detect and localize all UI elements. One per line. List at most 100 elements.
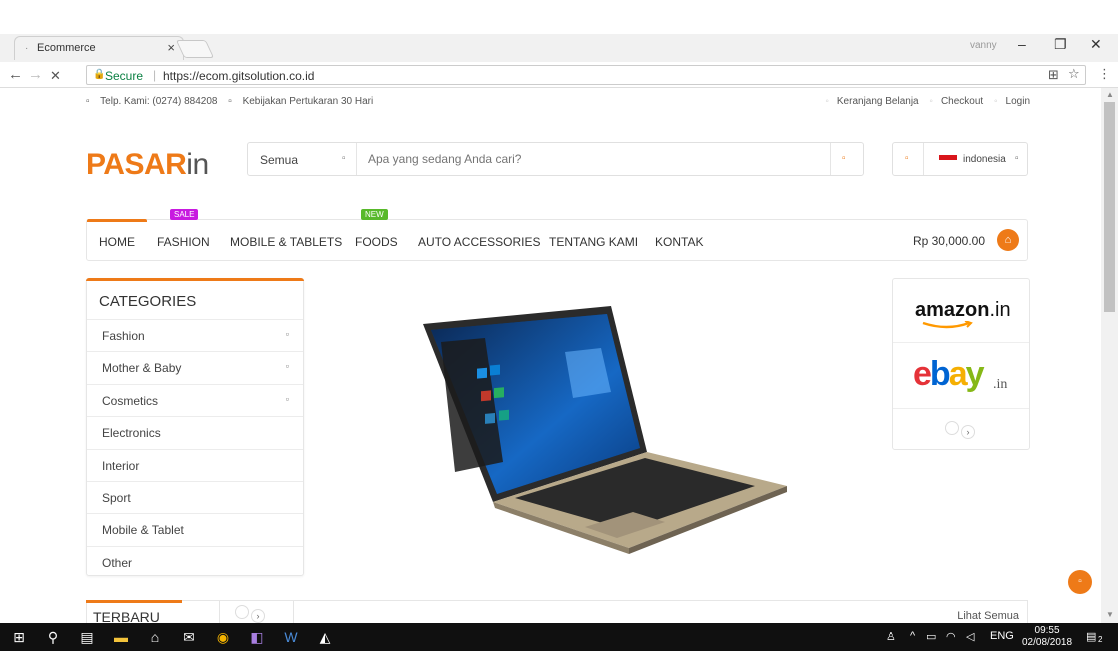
back-to-top-button[interactable]: ▫ (1068, 570, 1092, 594)
photos-icon[interactable]: ◭ (316, 628, 334, 646)
checkout-link-icon: ◦ (929, 96, 933, 107)
section-divider-2 (293, 601, 294, 625)
category-item-interior[interactable]: Interior (87, 448, 303, 481)
category-item-electronics[interactable]: Electronics (87, 416, 303, 448)
window-close-icon[interactable]: ✕ (1090, 36, 1102, 53)
menu-item-fashion[interactable]: FASHION (157, 235, 210, 249)
windows-start-icon[interactable]: ⊞ (10, 628, 28, 646)
phone-text: Telp. Kami: (0274) 884208 (100, 96, 218, 107)
tray-expand-icon[interactable]: ^ (910, 630, 915, 642)
carousel-next-icon[interactable]: › (251, 609, 265, 623)
tab-title: Ecommerce (37, 42, 96, 54)
tab-close-icon[interactable]: × (167, 40, 175, 55)
see-all-link[interactable]: Lihat Semua (957, 610, 1019, 622)
action-center-icon[interactable]: ▤ (1086, 630, 1096, 643)
people-icon[interactable]: ♙ (886, 630, 896, 643)
search-input[interactable] (368, 150, 768, 168)
category-label: Interior (102, 458, 140, 473)
chevron-right-icon: ▫ (285, 329, 289, 339)
scrollbar-thumb[interactable] (1104, 102, 1115, 312)
page-favicon-icon: · (25, 43, 29, 54)
menu-item-foods[interactable]: FOODS (355, 235, 398, 249)
browser-tab[interactable]: · Ecommerce × (14, 36, 184, 60)
page-scrollbar[interactable]: ▲ ▼ (1101, 88, 1118, 623)
forward-icon[interactable]: → (28, 66, 43, 83)
menu-item-kontak[interactable]: KONTAK (655, 235, 703, 249)
back-icon[interactable]: ← (8, 66, 23, 83)
url-text[interactable]: https://ecom.gitsolution.co.id (163, 69, 314, 83)
menu-item-home[interactable]: HOME (99, 235, 135, 249)
chrome-icon[interactable]: ◉ (214, 628, 232, 646)
brands-carousel-controls: › (945, 421, 977, 439)
category-item-mobile-tablet[interactable]: Mobile & Tablet (87, 513, 303, 545)
newest-products-section: TERBARU › Lihat Semua (86, 600, 1028, 625)
language-name: indonesia (963, 154, 1006, 165)
stop-loading-icon[interactable]: ✕ (50, 68, 61, 84)
login-link[interactable]: Login (1006, 96, 1030, 107)
category-label: Fashion (102, 329, 145, 343)
new-badge: NEW (361, 209, 388, 220)
chevron-down-icon: ▫ (1015, 153, 1019, 164)
browser-menu-icon[interactable]: ⋮ (1098, 66, 1111, 82)
amazon-logo[interactable]: amazon.in (893, 279, 1029, 343)
cart-icon[interactable]: ⌂ (997, 229, 1019, 251)
bookmark-star-icon[interactable]: ☆ (1068, 66, 1080, 82)
language-selector[interactable]: ▫ indonesia ▫ (892, 142, 1028, 176)
mail-icon[interactable]: ✉ (180, 628, 198, 646)
system-clock[interactable]: 09:55 02/08/2018 (1022, 625, 1072, 649)
login-link-icon: ◦ (993, 96, 998, 107)
carousel-next-icon[interactable]: › (961, 425, 975, 439)
scroll-up-icon[interactable]: ▲ (1106, 90, 1114, 99)
word-icon[interactable]: W (282, 628, 300, 646)
cart-link-icon: ◦ (825, 96, 829, 107)
ebay-logo[interactable]: ebay .in (893, 343, 1029, 409)
cart-link[interactable]: Keranjang Belanja (837, 96, 919, 107)
omnibox[interactable]: 🔒 Secure | https://ecom.gitsolution.co.i… (86, 65, 1086, 85)
checkout-link[interactable]: Checkout (941, 96, 983, 107)
profile-name[interactable]: vanny (970, 40, 997, 51)
phone-icon: ▫ (86, 96, 90, 107)
amazon-wordmark: amazon (915, 299, 990, 321)
category-item-cosmetics[interactable]: Cosmetics ▫ (87, 383, 303, 416)
taskbar-search-icon[interactable]: ⚲ (44, 628, 62, 646)
volume-icon[interactable]: ◁ (966, 630, 974, 643)
main-menu: HOME FASHION MOBILE & TABLETS FOODS AUTO… (86, 219, 1028, 261)
cart-total[interactable]: Rp 30,000.00 (913, 234, 985, 248)
browser-tab-strip: · Ecommerce × vanny – ❐ ✕ (0, 0, 1118, 62)
category-label: Electronics (102, 426, 161, 441)
translate-icon[interactable]: ⊞ (1048, 67, 1059, 83)
site-logo[interactable]: PASARin (86, 148, 209, 182)
language-divider (923, 143, 924, 175)
task-view-icon[interactable]: ▤ (78, 628, 96, 646)
category-item-other[interactable]: Other (87, 545, 303, 578)
menu-item-tentang-kami[interactable]: TENTANG KAMI (549, 235, 638, 249)
scroll-down-icon[interactable]: ▼ (1106, 610, 1114, 619)
store-icon[interactable]: ⌂ (146, 628, 164, 646)
input-language[interactable]: ENG (990, 630, 1014, 642)
visual-studio-icon[interactable]: ◧ (248, 628, 266, 646)
restore-icon[interactable]: ❐ (1054, 36, 1067, 53)
category-item-sport[interactable]: Sport (87, 480, 303, 513)
search-category-select[interactable]: Semua (260, 153, 298, 167)
address-bar-row: ← → ✕ 🔒 Secure | https://ecom.gitsolutio… (0, 62, 1118, 88)
search-button-divider (830, 143, 831, 175)
category-item-fashion[interactable]: Fashion ▫ (87, 319, 303, 351)
search-icon[interactable]: ▫ (842, 153, 846, 164)
amazon-tld: .in (989, 299, 1011, 321)
categories-panel: CATEGORIES Fashion ▫ Mother & Baby ▫ Cosme… (86, 278, 304, 576)
menu-item-auto-accessories[interactable]: AUTO ACCESSORIES (418, 235, 540, 249)
section-carousel-controls: › (235, 605, 267, 623)
battery-icon[interactable]: ▭ (926, 630, 936, 643)
carousel-prev-icon[interactable] (235, 605, 249, 619)
clock-date: 02/08/2018 (1022, 637, 1073, 648)
minimize-icon[interactable]: – (1018, 36, 1026, 52)
carousel-prev-icon[interactable] (945, 421, 959, 435)
category-item-mother-baby[interactable]: Mother & Baby ▫ (87, 351, 303, 383)
wifi-icon[interactable]: ◠ (946, 630, 956, 643)
hero-laptop-image[interactable] (415, 302, 790, 557)
policy-text[interactable]: Kebijakan Pertukaran 30 Hari (243, 96, 374, 107)
menu-item-mobile-tablets[interactable]: MOBILE & TABLETS (230, 235, 342, 249)
file-explorer-icon[interactable]: ▬ (112, 628, 130, 646)
chevron-down-icon[interactable]: ▫ (342, 153, 346, 164)
categories-accent-line (86, 278, 304, 281)
